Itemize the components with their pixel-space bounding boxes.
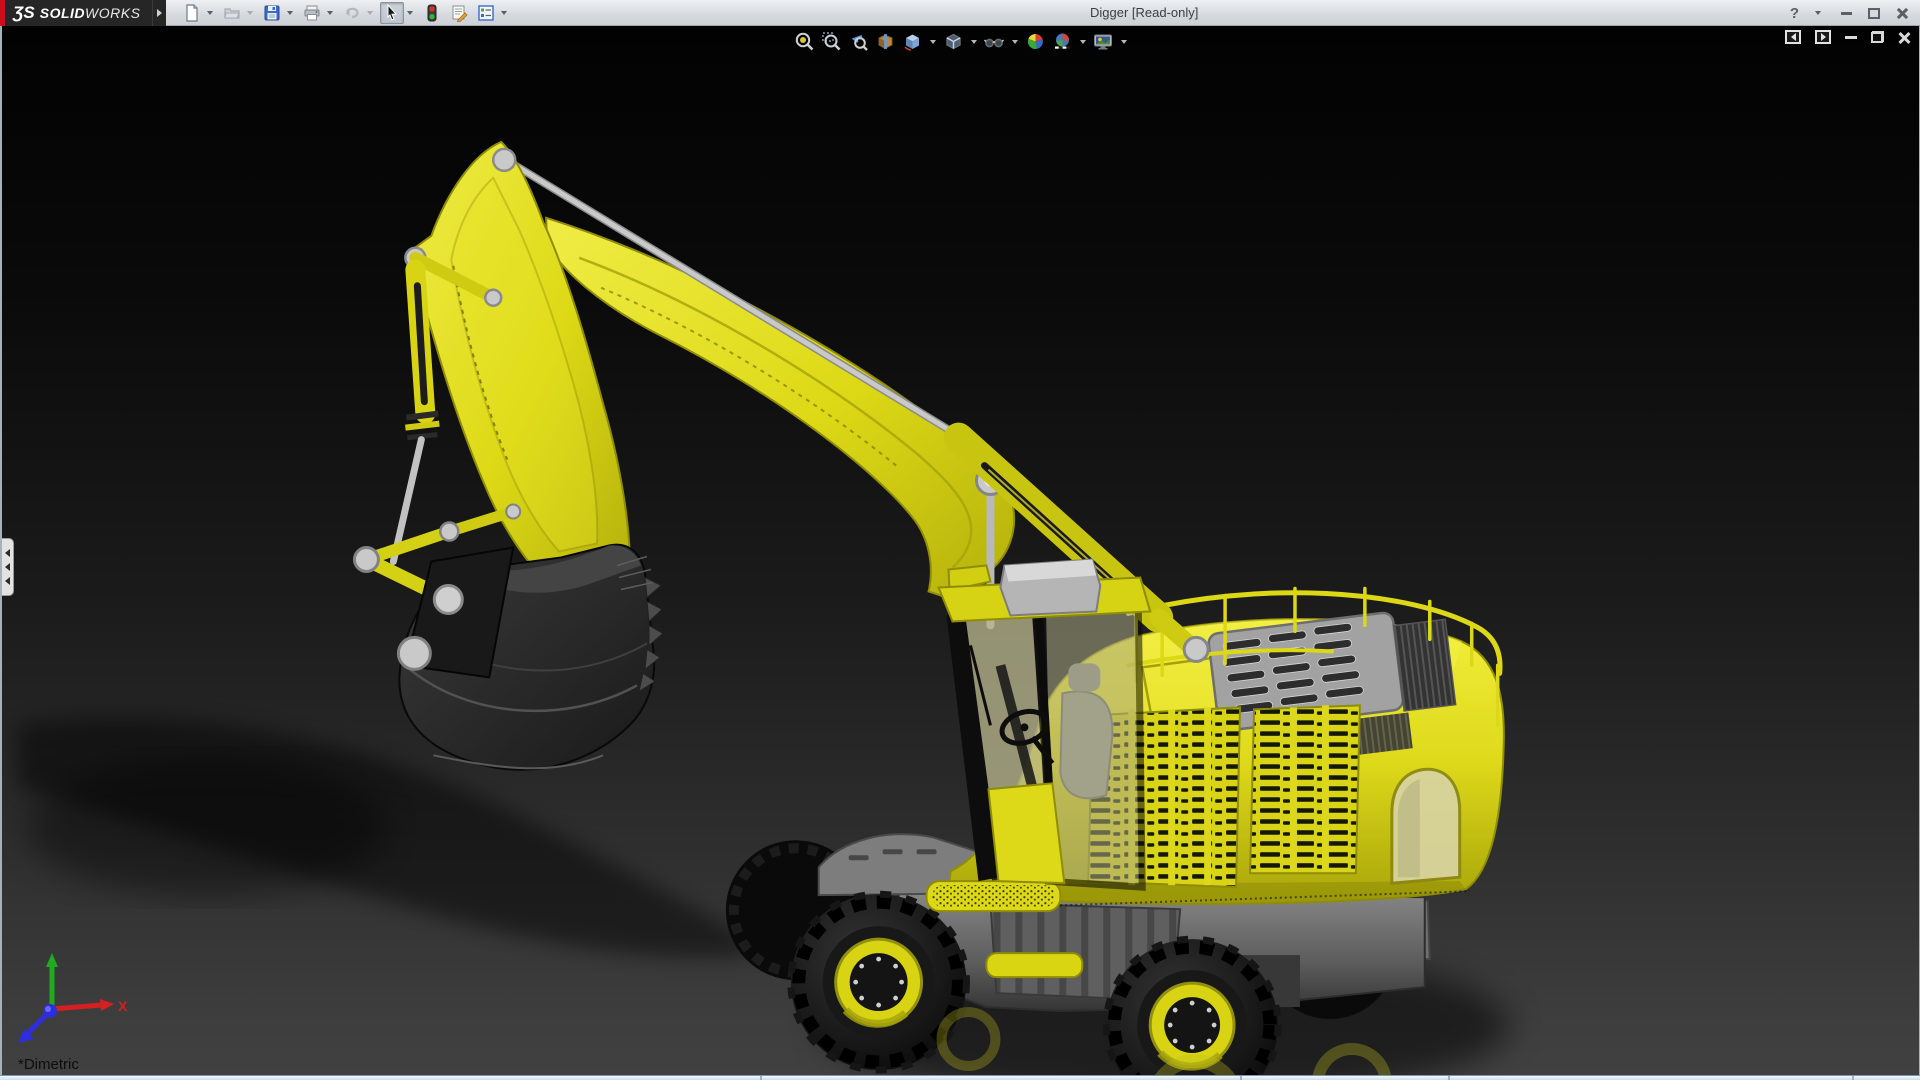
magnifier-back-arrow-icon	[848, 31, 869, 52]
magnifier-sphere-icon	[794, 31, 815, 52]
standard-toolbar	[180, 2, 511, 24]
view-settings-button[interactable]	[1091, 30, 1116, 53]
cab[interactable]	[939, 559, 1151, 887]
splitter-arrow-icon	[5, 563, 10, 571]
apply-scene-dropdown-arrow[interactable]	[1080, 40, 1086, 44]
document-minimize-button[interactable]	[1845, 36, 1857, 39]
undo-button[interactable]	[340, 2, 364, 24]
options-button[interactable]	[474, 2, 498, 24]
note-pencil-icon	[450, 4, 468, 22]
options-checklist-icon	[477, 4, 495, 22]
new-dropdown-arrow[interactable]	[207, 11, 213, 15]
section-cube-icon	[875, 31, 896, 52]
help-button[interactable]: ?	[1790, 5, 1799, 22]
save-button[interactable]	[260, 2, 284, 24]
status-bar	[0, 1075, 1920, 1080]
options-dropdown-arrow[interactable]	[501, 11, 507, 15]
view-settings-dropdown-arrow[interactable]	[1121, 40, 1127, 44]
zoom-to-fit-button[interactable]	[792, 30, 817, 53]
minimize-button[interactable]	[1841, 12, 1852, 15]
print-dropdown-arrow[interactable]	[327, 11, 333, 15]
new-document-button[interactable]	[180, 2, 204, 24]
document-restore-button[interactable]	[1871, 31, 1884, 43]
hide-show-items-dropdown-arrow[interactable]	[1012, 40, 1018, 44]
splitter-arrow-icon	[5, 577, 10, 585]
display-style-button[interactable]	[941, 30, 966, 53]
open-button[interactable]	[220, 2, 244, 24]
pane-collapse-right-icon[interactable]	[1815, 30, 1831, 44]
view-orientation-label: *Dimetric	[18, 1056, 79, 1073]
section-view-button[interactable]	[873, 30, 898, 53]
document-window-controls	[1785, 30, 1911, 44]
previous-view-button[interactable]	[846, 30, 871, 53]
select-tool-button[interactable]	[380, 2, 404, 24]
color-ball-icon	[1025, 31, 1046, 52]
zoom-to-area-button[interactable]	[819, 30, 844, 53]
splitter-arrow-icon	[5, 549, 10, 557]
window-controls: ?	[1790, 0, 1908, 26]
view-cube-icon	[902, 31, 923, 52]
close-button[interactable]	[1896, 7, 1908, 19]
monitor-scene-icon	[1092, 31, 1114, 52]
traffic-light-icon	[425, 4, 439, 22]
scene-ball-checker-icon	[1052, 31, 1073, 52]
cursor-arrow-icon	[384, 4, 400, 21]
pane-collapse-left-icon[interactable]	[1785, 30, 1801, 44]
title-bar: ƷS SOLIDWORKS	[0, 0, 1920, 26]
eyeglasses-icon	[983, 31, 1005, 52]
expander-arrow-icon	[157, 9, 162, 17]
edit-appearance-button[interactable]	[1023, 30, 1048, 53]
help-dropdown-arrow[interactable]	[1815, 11, 1821, 15]
display-style-dropdown-arrow[interactable]	[971, 40, 977, 44]
rebuild-button[interactable]	[420, 2, 444, 24]
open-folder-icon	[223, 4, 241, 22]
hide-show-items-button[interactable]	[982, 30, 1007, 53]
magnifier-area-icon	[821, 31, 842, 52]
view-orientation-dropdown-arrow[interactable]	[930, 40, 936, 44]
view-orientation-button[interactable]	[900, 30, 925, 53]
window-title: Digger [Read-only]	[1090, 5, 1198, 20]
solidworks-logo: ƷS SOLIDWORKS	[5, 0, 152, 26]
print-button[interactable]	[300, 2, 324, 24]
solidworks-logo-light: WORKS	[85, 5, 140, 21]
document-close-button[interactable]	[1898, 31, 1911, 44]
display-style-cube-icon	[943, 31, 964, 52]
heads-up-view-toolbar	[792, 30, 1130, 53]
save-floppy-icon	[263, 4, 281, 22]
solidworks-logo-bold: SOLID	[40, 5, 85, 21]
graphics-viewport[interactable]: X *Dimetric	[0, 26, 1920, 1075]
file-properties-button[interactable]	[447, 2, 471, 24]
save-dropdown-arrow[interactable]	[287, 11, 293, 15]
solidworks-logo-glyph: ƷS	[13, 3, 35, 23]
undo-arrow-icon	[343, 4, 361, 22]
printer-icon	[303, 4, 321, 22]
undo-dropdown-arrow[interactable]	[367, 11, 373, 15]
open-dropdown-arrow[interactable]	[247, 11, 253, 15]
feature-manager-splitter-handle[interactable]	[2, 538, 14, 596]
new-document-icon	[183, 4, 201, 22]
restore-button[interactable]	[1868, 8, 1880, 19]
select-dropdown-arrow[interactable]	[407, 11, 413, 15]
bucket[interactable]	[398, 545, 663, 770]
menu-expander-button[interactable]	[152, 0, 166, 26]
excavator-model[interactable]	[2, 26, 1919, 1075]
triad-x-label: X	[118, 998, 128, 1014]
apply-scene-button[interactable]	[1050, 30, 1075, 53]
orientation-triad: X	[10, 947, 140, 1047]
